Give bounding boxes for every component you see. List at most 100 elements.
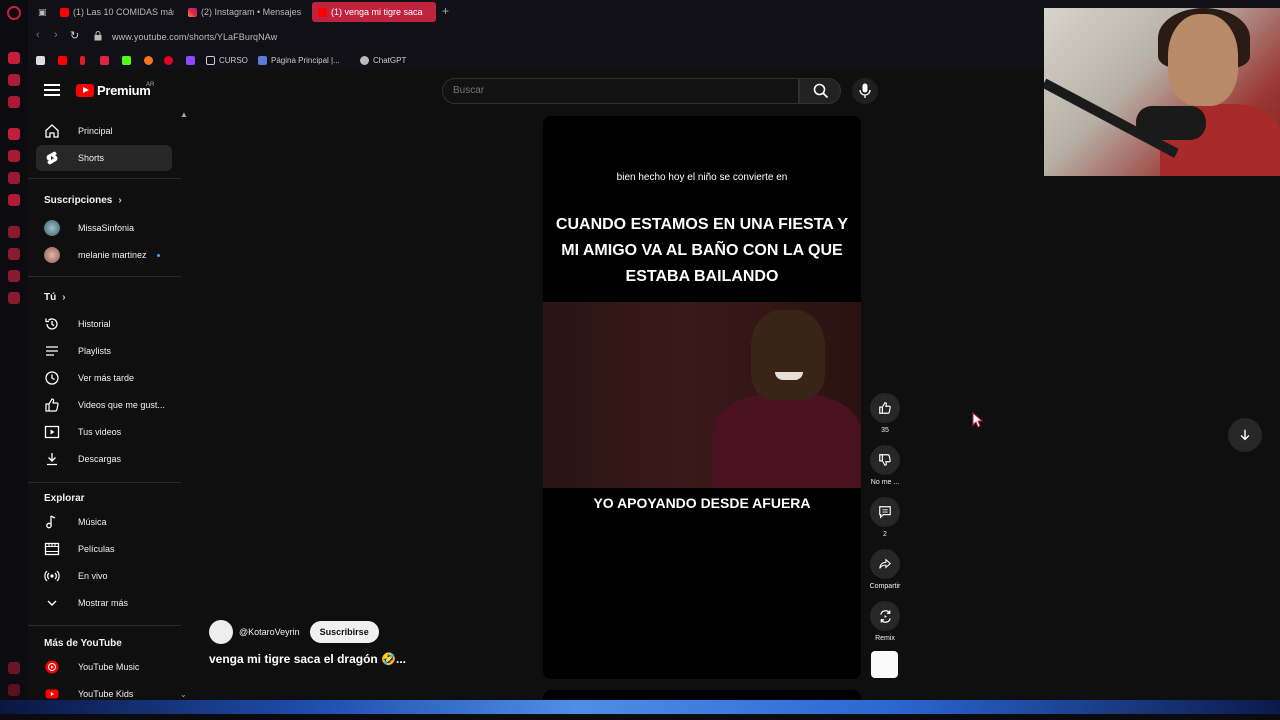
download-icon <box>47 453 57 466</box>
mouse-cursor-icon <box>972 412 984 428</box>
bookmark-netflix[interactable] <box>80 54 85 66</box>
search-input[interactable] <box>453 85 783 96</box>
sidebar-item-historial[interactable]: Historial <box>36 311 172 337</box>
remix-label: Remix <box>875 635 895 642</box>
sidebar-item-mostrar-mas[interactable]: Mostrar más <box>36 590 172 616</box>
sidebar-item-ver-mas-tarde[interactable]: Ver más tarde <box>36 365 172 391</box>
comments-button[interactable] <box>870 497 900 527</box>
thumbs-down-icon <box>879 454 891 466</box>
messenger-icon[interactable] <box>8 74 20 86</box>
voice-search-button[interactable] <box>852 78 878 104</box>
tab-2[interactable]: (2) Instagram • Mensajes <box>182 2 308 22</box>
menu-rail-icon[interactable] <box>8 684 20 696</box>
back-icon[interactable]: ‹ <box>36 29 40 41</box>
settings-icon[interactable] <box>8 292 20 304</box>
opera-sidebar <box>0 0 28 720</box>
webcam-overlay <box>1044 8 1280 176</box>
search-button[interactable] <box>799 78 841 104</box>
you-heading[interactable]: Tú › <box>44 292 66 303</box>
whatsapp-icon[interactable] <box>8 96 20 108</box>
x-rail-icon[interactable] <box>8 172 20 184</box>
avatar <box>44 247 60 263</box>
discord-icon[interactable] <box>8 194 20 206</box>
shorts-video-player[interactable]: bien hecho hoy el niño se convierte en C… <box>543 116 861 679</box>
share-label: Compartir <box>869 583 901 590</box>
bookmark-x[interactable] <box>36 54 45 66</box>
next-short-preview[interactable] <box>543 690 861 700</box>
youtube-icon <box>60 7 69 17</box>
sidebar-item-descargas[interactable]: Descargas <box>36 446 172 472</box>
bookmark-crunchyroll[interactable] <box>144 54 153 66</box>
more-rail-icon[interactable] <box>8 662 20 674</box>
sidebar-item-playlists[interactable]: Playlists <box>36 338 172 364</box>
instagram-rail-icon[interactable] <box>8 128 20 140</box>
sidebar-item-peliculas[interactable]: Películas <box>36 536 172 562</box>
channel-name[interactable]: @KotaroVeyrin <box>239 627 300 637</box>
dislike-button[interactable] <box>870 445 900 475</box>
bookmark-curso[interactable]: CURSO <box>206 54 248 66</box>
aria-icon[interactable] <box>8 52 20 64</box>
player-icon[interactable] <box>8 248 20 260</box>
bookmark-pinterest[interactable] <box>164 54 173 66</box>
shorts-icon <box>46 151 58 165</box>
page-icon <box>258 55 267 65</box>
new-tab-button[interactable]: + <box>442 4 449 18</box>
flow-icon[interactable] <box>8 270 20 282</box>
share-button[interactable] <box>870 549 900 579</box>
bookmark-chatgpt[interactable]: ChatGPT <box>360 54 406 66</box>
bookmark-instagram[interactable] <box>100 54 109 66</box>
sidebar-item-principal[interactable]: Principal <box>36 118 172 144</box>
video-title[interactable]: venga mi tigre saca el dragón 🤣... <box>209 652 406 666</box>
tab-overview-icon[interactable]: ▣ <box>32 2 52 22</box>
sidebar-item-melanie-martinez[interactable]: melanie martinez <box>36 242 172 268</box>
twitch-rail-icon[interactable] <box>8 226 20 238</box>
folder-icon <box>206 55 215 65</box>
telegram-icon[interactable] <box>8 150 20 162</box>
next-short-button[interactable] <box>1228 418 1262 452</box>
x-icon <box>36 55 45 65</box>
sidebar: Principal Shorts Suscripciones › MissaSi… <box>28 110 188 710</box>
subscriptions-heading[interactable]: Suscripciones › <box>44 195 122 206</box>
avatar <box>44 220 60 236</box>
youtube-logo-icon <box>76 84 94 97</box>
forward-icon[interactable]: › <box>54 29 58 41</box>
sidebar-item-youtube-music[interactable]: YouTube Music <box>36 654 172 680</box>
screen: ▣ (1) Las 10 COMIDAS más H (2) Instagram… <box>0 0 1280 720</box>
thumbs-up-icon <box>879 402 891 414</box>
dislike-action: No me ... <box>869 445 901 486</box>
reload-icon[interactable]: ↻ <box>70 29 79 42</box>
sidebar-item-en-vivo[interactable]: En vivo <box>36 563 172 589</box>
audio-thumbnail[interactable] <box>871 651 898 678</box>
remix-button[interactable] <box>870 601 900 631</box>
sidebar-scroll-down-icon[interactable]: ⌄ <box>180 690 187 699</box>
like-button[interactable] <box>870 393 900 423</box>
sidebar-divider <box>28 625 181 626</box>
comment-icon <box>879 506 891 519</box>
sidebar-item-missasinfonia[interactable]: MissaSinfonia <box>36 215 172 241</box>
taskbar <box>0 714 1280 720</box>
bookmark-youtube[interactable] <box>58 54 67 66</box>
url-field[interactable]: www.youtube.com/shorts/YLaFBurqNAw <box>112 32 277 42</box>
hamburger-menu-icon[interactable] <box>44 84 60 98</box>
tab-1[interactable]: (1) Las 10 COMIDAS más H <box>54 2 174 22</box>
person-smile <box>775 372 803 380</box>
bookmark-kick[interactable] <box>122 54 131 66</box>
sidebar-item-tus-videos[interactable]: Tus videos <box>36 419 172 445</box>
tab-3-active[interactable]: (1) venga mi tigre saca <box>312 2 436 22</box>
sidebar-item-shorts[interactable]: Shorts <box>36 145 172 171</box>
person-body <box>713 394 861 488</box>
search-box <box>442 78 799 104</box>
channel-avatar[interactable] <box>209 620 233 644</box>
kick-icon <box>122 55 131 65</box>
sidebar-item-musica[interactable]: Música <box>36 509 172 535</box>
subscribe-button[interactable]: Suscribirse <box>309 621 379 643</box>
youtube-music-icon <box>45 660 59 674</box>
like-count: 35 <box>881 427 889 434</box>
bookmark-pagina-principal[interactable]: Página Principal |... <box>258 54 340 66</box>
opera-logo-icon[interactable] <box>7 6 21 20</box>
youtube-icon <box>318 7 327 17</box>
bookmark-twitch[interactable] <box>186 54 195 66</box>
youtube-premium-logo[interactable]: Premium AR <box>76 82 154 98</box>
sidebar-item-liked-videos[interactable]: Videos que me gust... <box>36 392 172 418</box>
chevron-down-icon <box>47 600 57 606</box>
